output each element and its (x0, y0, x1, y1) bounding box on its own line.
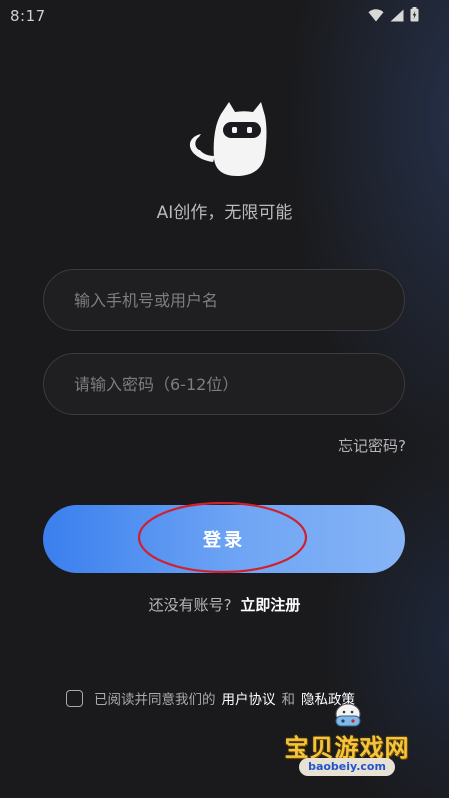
register-prompt: 还没有账号? (148, 596, 232, 614)
status-time: 8:17 (10, 7, 46, 25)
password-input[interactable] (44, 354, 404, 414)
register-row: 还没有账号? 立即注册 (0, 594, 449, 615)
login-button[interactable]: 登录 (43, 505, 405, 573)
wifi-icon (368, 7, 384, 26)
login-button-label: 登录 (203, 530, 245, 551)
agreement-checkbox[interactable] (66, 689, 83, 707)
tagline: AI创作，无限可能 (156, 203, 293, 223)
watermark: 宝贝游戏网 baobeiy.com (272, 702, 422, 792)
forgot-password-link[interactable]: 忘记密码? (338, 435, 406, 456)
username-input[interactable] (44, 270, 404, 330)
battery-icon (410, 7, 419, 26)
status-icons (368, 7, 419, 26)
cat-mascot-icon (183, 102, 267, 184)
status-bar: 8:17 (0, 0, 449, 32)
app-logo (183, 100, 267, 180)
register-link[interactable]: 立即注册 (240, 596, 300, 614)
username-field[interactable] (43, 269, 405, 331)
password-field[interactable] (43, 353, 405, 415)
signal-icon (390, 7, 404, 26)
agreement-text: 已阅读并同意我们的 (94, 692, 216, 708)
user-agreement-link[interactable]: 用户协议 (222, 688, 276, 708)
watermark-url: baobeiy.com (299, 758, 395, 776)
